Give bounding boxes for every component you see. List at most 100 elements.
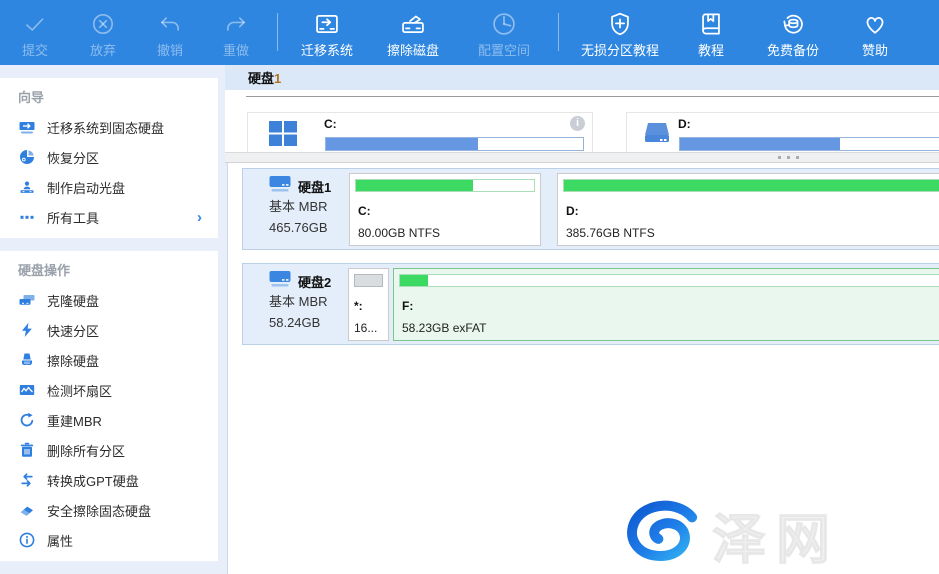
configure-space-icon [490, 9, 518, 39]
sidebar-item-label: 重建MBR [47, 411, 102, 430]
sidebar-item-rebuild-mbr[interactable]: 重建MBR [0, 405, 218, 435]
quick-partition-icon [18, 322, 36, 338]
sidebar-section: 向导 迁移系统到固态硬盘 恢复分区 制作启动光盘 所有工具 › [0, 78, 218, 238]
disk-type: 基本 MBR [269, 196, 347, 217]
sidebar-item-label: 恢复分区 [47, 148, 99, 167]
info-icon [18, 532, 36, 548]
partition-label: F: [402, 299, 413, 313]
volume-card-d[interactable]: D: [626, 112, 939, 152]
backup-icon [779, 9, 807, 39]
redo-icon [223, 9, 249, 39]
partition-f[interactable]: F: 58.23GB exFAT [393, 268, 939, 341]
sidebar-item-label: 转换成GPT硬盘 [47, 471, 139, 490]
partition-assistant-window: 提交 放弃 撤销 重做 迁移系统 擦除磁盘 配置空间 无损分区教程 教程 免费备… [0, 0, 939, 574]
sidebar-item-label: 属性 [47, 531, 73, 550]
partition-usage-bar [399, 274, 939, 287]
toolbar-button-label: 撤销 [157, 40, 183, 59]
partition-d[interactable]: D: 385.76GB NTFS [557, 173, 939, 246]
toolbar-button-free-backup[interactable]: 免费备份 [748, 0, 838, 65]
partition-info: 80.00GB NTFS [358, 226, 440, 240]
heart-icon [861, 9, 889, 39]
partition-c[interactable]: C: 80.00GB NTFS [349, 173, 541, 246]
clone-disk-icon [18, 292, 36, 308]
sidebar-item-quick-partition[interactable]: 快速分区 [0, 315, 218, 345]
toolbar-button-label: 免费备份 [767, 40, 819, 59]
disk-name: 硬盘2 [298, 272, 331, 291]
partition-usage-fill [400, 275, 428, 286]
disk-size: 58.24GB [269, 312, 347, 333]
partition-*[interactable]: *: 16... [348, 268, 389, 341]
sidebar-item-clone-disk[interactable]: 克隆硬盘 [0, 285, 218, 315]
disk-info-cell[interactable]: 硬盘1 基本 MBR 465.76GB [243, 169, 347, 249]
rebuild-mbr-icon [18, 412, 36, 428]
panel-splitter[interactable] [225, 152, 939, 163]
toolbar-button-submit[interactable]: 提交 [2, 0, 68, 65]
all-tools-icon [18, 209, 36, 225]
toolbar-button-configure-space[interactable]: 配置空间 [457, 0, 551, 65]
toolbar-button-redo[interactable]: 重做 [202, 0, 270, 65]
sidebar-item-label: 克隆硬盘 [47, 291, 99, 310]
sidebar-item-convert-to-gpt[interactable]: 转换成GPT硬盘 [0, 465, 218, 495]
disk-row: 硬盘2 基本 MBR 58.24GB *: 16... F: 58.23GB e… [242, 263, 939, 345]
partition-info: 385.76GB NTFS [566, 226, 655, 240]
toolbar-button-label: 配置空间 [478, 40, 530, 59]
volume-usage-bar [679, 137, 939, 151]
disk-tab-strip: 硬盘1 [225, 65, 939, 90]
toolbar-button-label: 放弃 [90, 40, 116, 59]
sidebar-item-recover-partition[interactable]: 恢复分区 [0, 142, 218, 172]
sidebar-item-label: 迁移系统到固态硬盘 [47, 118, 164, 137]
sidebar-item-label: 擦除硬盘 [47, 351, 99, 370]
partition-usage-fill [564, 180, 939, 191]
erase-drive-icon [18, 352, 36, 368]
sidebar-item-delete-all-partitions[interactable]: 删除所有分区 [0, 435, 218, 465]
splitter-grip-icon [778, 156, 799, 159]
sidebar-item-migrate-os-to-ssd[interactable]: 迁移系统到固态硬盘 [0, 112, 218, 142]
sidebar-item-all-tools[interactable]: 所有工具 › [0, 202, 218, 232]
toolbar-button-discard[interactable]: 放弃 [68, 0, 138, 65]
sidebar-item-make-boot-disc[interactable]: 制作启动光盘 [0, 172, 218, 202]
partition-usage-fill [355, 275, 382, 286]
toolbar-button-undo[interactable]: 撤销 [138, 0, 202, 65]
watermark-text: 泽网 [712, 495, 840, 574]
volume-usage-fill [326, 138, 478, 150]
toolbar-button-label: 赞助 [862, 40, 888, 59]
convert-icon [18, 472, 36, 488]
sidebar-section: 硬盘操作 克隆硬盘 快速分区 擦除硬盘 检测坏扇区 重建MBR 删除所有分区 转… [0, 251, 218, 561]
disk-icon [269, 270, 291, 293]
sidebar-section-title: 硬盘操作 [0, 251, 218, 285]
partition-usage-bar [563, 179, 939, 192]
sidebar-item-label: 检测坏扇区 [47, 381, 112, 400]
erase-media-icon [399, 9, 427, 39]
tab-number: 1 [274, 71, 281, 86]
volume-overview-panel: C: i D: [225, 90, 939, 152]
partition-info: 58.23GB exFAT [402, 321, 487, 335]
sidebar-section-title: 向导 [0, 78, 218, 112]
sidebar-item-check-bad-sectors[interactable]: 检测坏扇区 [0, 375, 218, 405]
volume-usage-bar [325, 137, 584, 151]
toolbar-button-erase-disk[interactable]: 擦除磁盘 [369, 0, 457, 65]
drive-icon [643, 120, 671, 151]
toolbar-button-migrate-system[interactable]: 迁移系统 [285, 0, 369, 65]
disk-info-cell[interactable]: 硬盘2 基本 MBR 58.24GB [243, 264, 347, 344]
partition-info: 16... [354, 321, 377, 335]
chevron-right-icon: › [197, 209, 202, 226]
shield-plus-icon [606, 9, 634, 39]
sidebar-item-secure-erase-ssd[interactable]: 安全擦除固态硬盘 [0, 495, 218, 525]
toolbar-button-partition-tutorial[interactable]: 无损分区教程 [566, 0, 674, 65]
disk-row: 硬盘1 基本 MBR 465.76GB C: 80.00GB NTFS D: 3… [242, 168, 939, 250]
toolbar-button-sponsor[interactable]: 赞助 [838, 0, 912, 65]
sidebar-item-properties[interactable]: 属性 [0, 525, 218, 555]
migrate-system-icon [313, 9, 341, 39]
boot-disc-icon [18, 179, 36, 195]
tab-disk1[interactable]: 硬盘1 [225, 68, 281, 87]
disk-map-panel: 硬盘2 基本 MBR 58.24GB *: 16... F: 58.23GB e… [227, 163, 939, 574]
bad-sector-icon [18, 382, 36, 398]
recover-partition-icon [18, 149, 36, 165]
sidebar-item-erase-drive[interactable]: 擦除硬盘 [0, 345, 218, 375]
toolbar-button-tutorial[interactable]: 教程 [674, 0, 748, 65]
info-icon[interactable]: i [570, 116, 585, 131]
partition-usage-fill [356, 180, 473, 191]
volume-card-c[interactable]: C: i [247, 112, 593, 152]
toolbar-separator [558, 13, 559, 51]
toolbar-button-label: 提交 [22, 40, 48, 59]
